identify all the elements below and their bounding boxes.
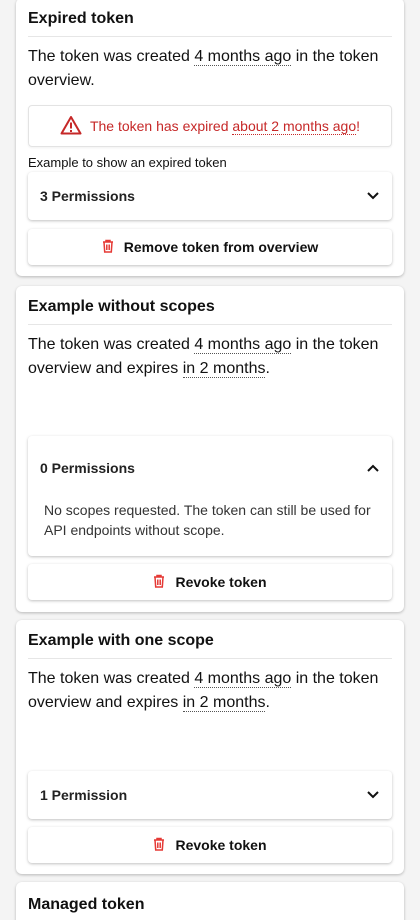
permissions-label: 1 Permission	[40, 787, 128, 803]
revoke-token-label: Revoke token	[175, 837, 267, 853]
permissions-toggle[interactable]: 0 Permissions	[28, 436, 392, 500]
permissions-label: 0 Permissions	[40, 460, 135, 476]
permissions-label: 3 Permissions	[40, 188, 135, 204]
token-description: The token was created 4 months ago in th…	[28, 670, 379, 712]
token-description: The token was created 4 months ago in th…	[28, 336, 379, 378]
expires-relative-time: in 2 months	[182, 694, 266, 712]
revoke-token-button[interactable]: Revoke token	[28, 564, 392, 600]
trash-icon	[153, 574, 175, 591]
trash-icon	[153, 837, 175, 854]
alert-text: The token has expired about 2 months ago…	[89, 118, 361, 135]
card-title: Expired token	[28, 0, 392, 37]
expired-alert: The token has expired about 2 months ago…	[28, 105, 392, 147]
permissions-accordion: 0 Permissions No scopes requested. The t…	[28, 436, 392, 556]
card-title: Example without scopes	[28, 286, 392, 325]
permissions-toggle[interactable]: 1 Permission	[28, 771, 392, 819]
one-scope-card: Example with one scope The token was cre…	[16, 620, 404, 874]
remove-token-label: Remove token from overview	[123, 239, 319, 255]
permissions-body: No scopes requested. The token can still…	[44, 502, 371, 538]
chevron-down-icon	[366, 787, 380, 803]
managed-token-card: Managed token	[16, 882, 404, 920]
no-scopes-card: Example without scopes The token was cre…	[16, 286, 404, 612]
expired-token-card: Expired token The token was created 4 mo…	[16, 0, 404, 276]
revoke-token-label: Revoke token	[175, 574, 267, 590]
trash-icon	[102, 239, 124, 256]
created-relative-time: 4 months ago	[194, 336, 292, 354]
created-relative-time: 4 months ago	[194, 670, 292, 688]
card-title: Example with one scope	[28, 620, 392, 659]
chevron-down-icon	[366, 188, 380, 204]
expired-relative-time: about 2 months ago	[232, 118, 357, 135]
token-description: The token was created 4 months ago in th…	[28, 48, 379, 89]
expires-relative-time: in 2 months	[182, 360, 266, 378]
permissions-accordion: 1 Permission	[28, 771, 392, 819]
chevron-up-icon	[366, 460, 380, 476]
revoke-token-button[interactable]: Revoke token	[28, 827, 392, 863]
permissions-toggle[interactable]: 3 Permissions	[28, 172, 392, 220]
warning-triangle-icon	[60, 115, 90, 138]
created-relative-time: 4 months ago	[194, 48, 292, 66]
example-caption: Example to show an expired token	[28, 155, 227, 170]
card-title: Managed token	[28, 882, 392, 920]
permissions-accordion: 3 Permissions	[28, 172, 392, 220]
remove-token-button[interactable]: Remove token from overview	[28, 229, 392, 265]
